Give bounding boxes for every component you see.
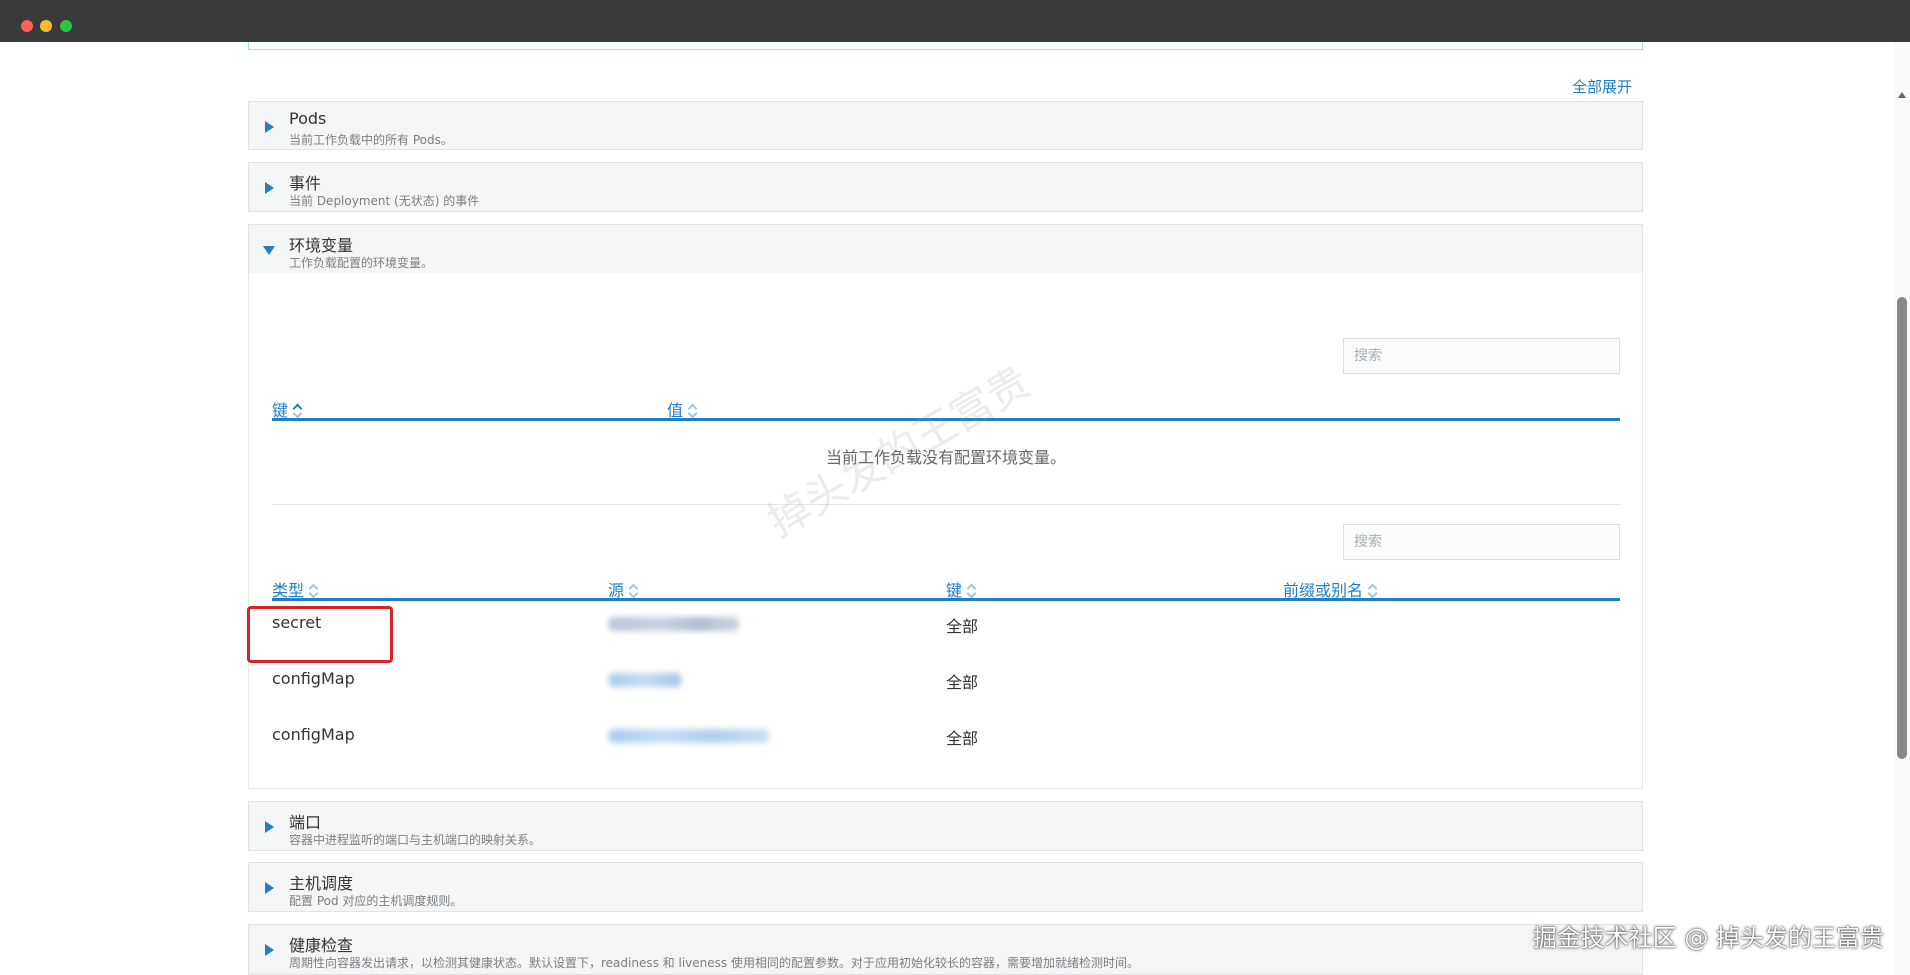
sort-icon xyxy=(628,582,639,598)
section-subtitle: 周期性向容器发出请求，以检测其健康状态。默认设置下，readiness 和 li… xyxy=(289,956,1139,970)
section-subtitle: 容器中进程监听的端口与主机端口的映射关系。 xyxy=(289,833,542,847)
table-header-underline xyxy=(272,418,1620,421)
row-key: 全部 xyxy=(946,617,979,636)
section-title: 健康检查 xyxy=(289,936,354,955)
sort-icon xyxy=(292,402,303,418)
row-key: 全部 xyxy=(946,673,979,692)
caret-right-icon xyxy=(265,182,274,194)
scroll-up-arrow-icon[interactable] xyxy=(1898,92,1906,98)
vertical-scrollbar[interactable] xyxy=(1894,42,1910,975)
sort-icon xyxy=(1367,582,1378,598)
section-ports[interactable]: 端口 容器中进程监听的端口与主机端口的映射关系。 xyxy=(248,801,1643,851)
sort-icon xyxy=(308,582,319,598)
section-health[interactable]: 健康检查 周期性向容器发出请求，以检测其健康状态。默认设置下，readiness… xyxy=(248,924,1643,975)
table-header-underline xyxy=(272,598,1620,601)
env-section-body: 键 值 当前工作负载没有配置环境变量。 类型 源 键 前缀或别名 sec xyxy=(248,273,1643,789)
credit-overlay: 掘金技术社区 @ 掉头发的王富贵 xyxy=(1532,924,1884,952)
section-subtitle: 工作负载配置的环境变量。 xyxy=(289,256,434,270)
expand-all-link[interactable]: 全部展开 xyxy=(1572,76,1632,97)
caret-right-icon xyxy=(265,821,274,833)
section-pods[interactable]: Pods 当前工作负载中的所有 Pods。 xyxy=(248,101,1643,150)
red-highlight-box xyxy=(247,606,393,663)
section-events[interactable]: 事件 当前 Deployment (无状态) 的事件 xyxy=(248,162,1643,212)
env-from-search-input[interactable] xyxy=(1343,524,1620,560)
caret-down-icon xyxy=(263,246,275,255)
section-title: 事件 xyxy=(289,174,322,193)
redacted-source xyxy=(609,617,739,631)
minimize-window-button[interactable] xyxy=(40,20,52,32)
window-titlebar xyxy=(0,0,1910,42)
section-subtitle: 当前工作负载中的所有 Pods。 xyxy=(289,133,453,147)
section-scheduling[interactable]: 主机调度 配置 Pod 对应的主机调度规则。 xyxy=(248,862,1643,912)
caret-right-icon xyxy=(265,882,274,894)
redacted-source xyxy=(609,729,769,743)
close-window-button[interactable] xyxy=(21,20,33,32)
section-title: Pods xyxy=(289,109,327,128)
redacted-source xyxy=(609,673,681,687)
maximize-window-button[interactable] xyxy=(60,20,72,32)
row-type: configMap xyxy=(272,669,355,688)
caret-right-icon xyxy=(265,944,274,956)
caret-right-icon xyxy=(265,121,274,133)
section-env[interactable]: 环境变量 工作负载配置的环境变量。 xyxy=(248,224,1643,274)
row-key: 全部 xyxy=(946,729,979,748)
previous-section-bottom-edge xyxy=(248,42,1643,50)
page-viewport: 全部展开 Pods 当前工作负载中的所有 Pods。 事件 当前 Deploym… xyxy=(0,42,1910,975)
sort-icon xyxy=(687,402,698,418)
row-type: configMap xyxy=(272,725,355,744)
section-subtitle: 当前 Deployment (无状态) 的事件 xyxy=(289,194,480,208)
scrollbar-thumb[interactable] xyxy=(1897,297,1907,759)
section-title: 环境变量 xyxy=(289,236,354,255)
empty-state-message: 当前工作负载没有配置环境变量。 xyxy=(825,448,1066,467)
env-search-input[interactable] xyxy=(1343,338,1620,374)
sort-icon xyxy=(966,582,977,598)
section-title: 端口 xyxy=(289,813,322,832)
table-divider xyxy=(272,504,1620,505)
section-subtitle: 配置 Pod 对应的主机调度规则。 xyxy=(289,894,463,908)
section-title: 主机调度 xyxy=(289,874,354,893)
